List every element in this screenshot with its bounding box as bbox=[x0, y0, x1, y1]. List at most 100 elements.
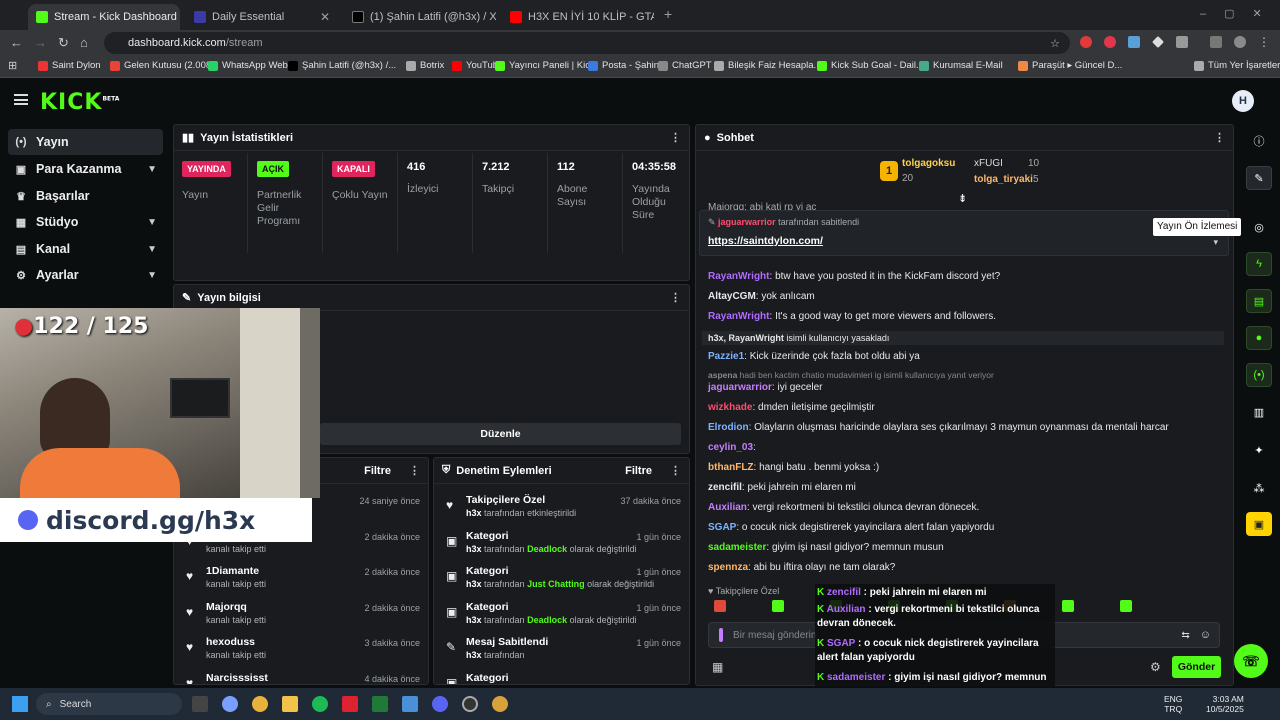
sidebar-item-ayarlar[interactable]: ⚙ Ayarlar ▼ bbox=[8, 262, 163, 288]
tab-daily-essential[interactable]: Daily Essential ✕ bbox=[186, 4, 338, 30]
media-icon[interactable]: ▣ bbox=[1246, 512, 1272, 536]
bookmark-item[interactable]: Şahin Latifi (@h3x) /... bbox=[288, 60, 396, 71]
extension-icon[interactable] bbox=[1080, 36, 1092, 48]
chrome-icon[interactable] bbox=[252, 696, 268, 712]
sidebar-item-kanal[interactable]: ▤ Kanal ▼ bbox=[8, 236, 163, 262]
emote-icon[interactable] bbox=[772, 600, 784, 612]
chat-username[interactable]: jaguarwarrior bbox=[708, 382, 772, 393]
chat-username[interactable]: zencifil bbox=[708, 482, 742, 493]
bookmark-item[interactable]: Tüm Yer İşaretleri bbox=[1194, 60, 1280, 71]
list-item[interactable]: ♥ Majorqq kanalı takip etti 2 dakika önce bbox=[174, 599, 428, 635]
edit-icon[interactable]: ✎ bbox=[1246, 166, 1272, 190]
tab-youtube[interactable]: H3X EN İYİ 10 KLİP - GTA 5 RP(✕ bbox=[502, 4, 654, 30]
notes-icon[interactable]: ▤ bbox=[1246, 289, 1272, 313]
puzzle-icon[interactable] bbox=[1176, 36, 1188, 48]
kebab-icon[interactable]: ⋮ bbox=[1258, 36, 1270, 48]
chat-bubble-icon[interactable]: ● bbox=[1246, 326, 1272, 350]
follower-name[interactable]: Majorqq bbox=[206, 601, 247, 613]
app-icon[interactable] bbox=[492, 696, 508, 712]
menu-icon[interactable] bbox=[1210, 36, 1222, 48]
bookmark-item[interactable]: Bileşik Faiz Hesapla... bbox=[714, 60, 821, 71]
info-icon[interactable]: ⓘ bbox=[1246, 129, 1272, 153]
follower-name[interactable]: 1Diamante bbox=[206, 565, 259, 577]
extension-icon[interactable] bbox=[1104, 36, 1116, 48]
taskview-icon[interactable] bbox=[192, 696, 208, 712]
spotify-icon[interactable] bbox=[312, 696, 328, 712]
list-item[interactable]: ♥ hexoduss kanalı takip etti 3 dakika önce bbox=[174, 634, 428, 670]
extension-icon[interactable] bbox=[1128, 36, 1140, 48]
new-tab-button[interactable]: + bbox=[664, 6, 672, 22]
list-item[interactable]: ♥ 1Diamante kanalı takip etti 2 dakika önce bbox=[174, 563, 428, 599]
kebab-icon[interactable]: ⋮ bbox=[1214, 131, 1225, 144]
obs-icon[interactable] bbox=[462, 696, 478, 712]
reload-icon[interactable]: ↻ bbox=[58, 35, 69, 51]
chat-username[interactable]: wizkhade bbox=[708, 402, 752, 413]
translate-icon[interactable]: ⇆ bbox=[1181, 630, 1189, 641]
chevron-down-icon[interactable]: ▾ bbox=[1213, 237, 1218, 248]
bookmark-item[interactable]: WhatsApp Web bbox=[208, 60, 288, 71]
bookmark-item[interactable]: Kick Sub Goal - Dail... bbox=[817, 60, 924, 71]
window-controls[interactable]: –▢✕ bbox=[1200, 7, 1280, 20]
bookmark-item[interactable]: ChatGPT bbox=[658, 60, 712, 71]
bookmark-item[interactable]: Kurumsal E-Mail bbox=[919, 60, 1003, 71]
list-item[interactable]: ▣ Kategori bbox=[434, 670, 689, 685]
chat-username[interactable]: sadameister bbox=[708, 542, 766, 553]
gifter-name[interactable]: xFUGI bbox=[974, 158, 1003, 169]
filter-button[interactable]: Filtre bbox=[625, 465, 652, 477]
back-icon[interactable]: ← bbox=[10, 35, 23, 50]
emote-icon[interactable] bbox=[714, 600, 726, 612]
copilot-icon[interactable] bbox=[222, 696, 238, 712]
gifter-name[interactable]: tolga_tiryaki bbox=[974, 174, 1033, 185]
chat-username[interactable]: RayanWright bbox=[708, 311, 770, 322]
bookmark-item[interactable]: Posta - Şahin bbox=[588, 60, 659, 71]
clock[interactable]: 3:03 AM 10/5/2025 bbox=[1206, 694, 1244, 714]
sidebar-item-yayin[interactable]: (•) Yayın bbox=[8, 129, 163, 155]
excel-icon[interactable] bbox=[372, 696, 388, 712]
sidebar-item-studyo[interactable]: ▦ Stüdyo ▼ bbox=[8, 209, 163, 235]
tab-kick-dashboard[interactable]: Stream - Kick Dashboard✕ bbox=[28, 4, 180, 30]
actor-name[interactable]: h3x bbox=[466, 508, 482, 518]
hamburger-icon[interactable] bbox=[14, 94, 28, 105]
taskbar-search[interactable]: ⌕ Search bbox=[36, 693, 182, 715]
chat-username[interactable]: Elrodion bbox=[708, 422, 749, 433]
chat-username[interactable]: RayanWright bbox=[708, 271, 770, 282]
kebab-icon[interactable]: ⋮ bbox=[670, 464, 681, 477]
home-icon[interactable]: ⌂ bbox=[80, 35, 88, 50]
url-field[interactable]: dashboard.kick.com/stream ☆ bbox=[104, 32, 1070, 54]
language-indicator[interactable]: ENG TRQ bbox=[1164, 694, 1182, 714]
list-item[interactable]: ♥ Takipçilere Özel h3x tarafından etkinleş… bbox=[434, 492, 689, 528]
preview-icon[interactable]: ◎ bbox=[1246, 215, 1272, 239]
chat-username[interactable]: aspena bbox=[708, 370, 737, 380]
app-icon[interactable] bbox=[402, 696, 418, 712]
apps-grid-icon[interactable]: ⊞ bbox=[8, 59, 17, 72]
support-fab[interactable]: ☏ bbox=[1234, 644, 1268, 678]
list-item[interactable]: ✎ Mesaj Sabitlendi h3x tarafından 1 gün ön… bbox=[434, 634, 689, 670]
lightning-icon[interactable]: ϟ bbox=[1246, 252, 1272, 276]
bookmark-item[interactable]: Paraşüt ▸ Güncel D... bbox=[1018, 60, 1122, 71]
sidebar-item-para-kazanma[interactable]: ▣ Para Kazanma ▼ bbox=[8, 156, 163, 182]
chat-username[interactable]: spennza bbox=[708, 562, 748, 573]
gifter-name[interactable]: tolgagoksu bbox=[902, 158, 955, 169]
forward-icon[interactable]: → bbox=[34, 35, 47, 50]
actor-name[interactable]: h3x bbox=[466, 650, 482, 660]
bookmark-item[interactable]: Saint Dylon bbox=[38, 60, 101, 71]
sidebar-item-basarilar[interactable]: ♛ Başarılar bbox=[8, 183, 163, 209]
apps-icon[interactable]: ⁂ bbox=[1246, 476, 1272, 500]
bookmark-item[interactable]: Yayıncı Paneli | Kick bbox=[495, 60, 595, 71]
send-button[interactable]: Gönder bbox=[1172, 656, 1221, 678]
folder-icon[interactable] bbox=[282, 696, 298, 712]
edit-button[interactable]: Düzenle bbox=[320, 423, 681, 445]
kick-logo[interactable]: KICKBETA bbox=[40, 90, 119, 115]
kebab-icon[interactable]: ⋮ bbox=[670, 131, 681, 144]
list-item[interactable]: ▣ Kategori h3x tarafından Deadlock olarak … bbox=[434, 528, 689, 564]
collapse-icon[interactable]: ⇟ bbox=[958, 192, 967, 205]
actor-name[interactable]: h3x bbox=[466, 615, 482, 625]
chat-username[interactable]: Pazzie1 bbox=[708, 351, 744, 362]
emote-icon[interactable] bbox=[1120, 600, 1132, 612]
extension-icon[interactable] bbox=[1152, 36, 1164, 48]
chat-username[interactable]: SGAP bbox=[708, 522, 736, 533]
emoji-icon[interactable]: ☺ bbox=[1200, 629, 1211, 641]
actor-name[interactable]: h3x bbox=[466, 544, 482, 554]
bookmark-item[interactable]: Gelen Kutusu (2.008... bbox=[110, 60, 219, 71]
chat-username[interactable]: Auxilian bbox=[708, 502, 747, 513]
